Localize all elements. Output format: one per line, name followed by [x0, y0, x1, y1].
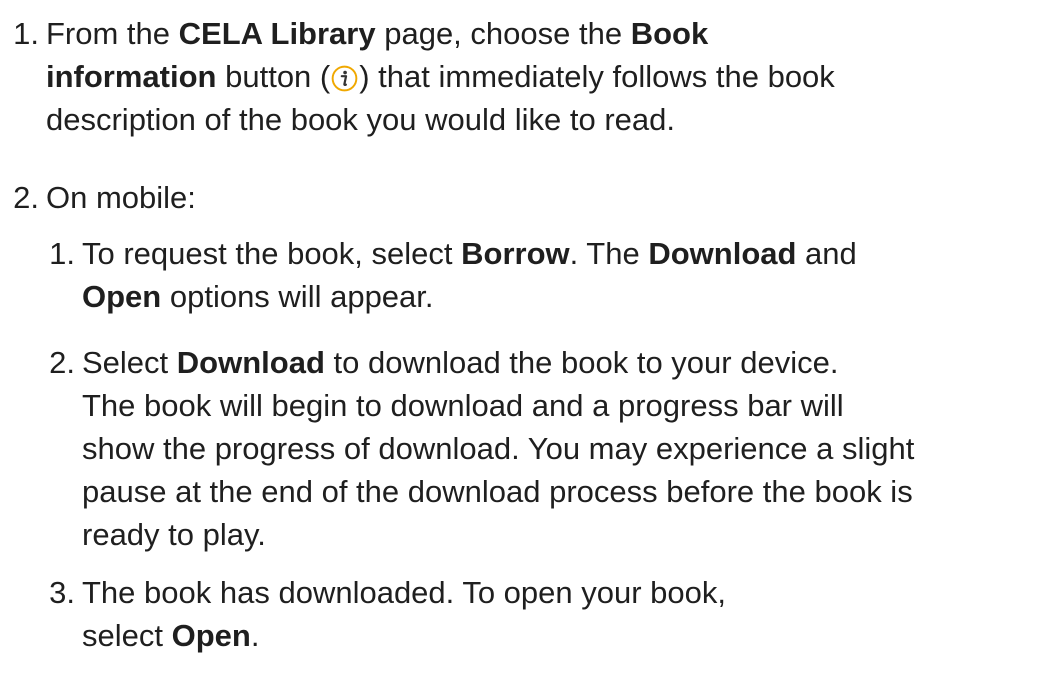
- step-number: 1.: [13, 16, 39, 51]
- step-line: description of the book you would like t…: [46, 102, 675, 137]
- info-icon: [331, 65, 358, 92]
- step-line: ready to play.: [82, 517, 266, 552]
- substep-2-3: 3. The book has downloaded. To open your…: [49, 571, 727, 657]
- step-line: The book will begin to download and a pr…: [82, 388, 844, 423]
- step-number: 2.: [13, 180, 39, 215]
- substep-number: 3.: [49, 575, 75, 610]
- step-line: On mobile:: [46, 180, 196, 215]
- step-2: 2. On mobile:: [13, 176, 196, 219]
- step-line: Select Download to download the book to …: [82, 345, 839, 380]
- step-line: select Open.: [82, 618, 260, 653]
- step-1: 1. From the CELA Library page, choose th…: [13, 12, 835, 141]
- step-line: Open options will appear.: [82, 279, 434, 314]
- step-line: show the progress of download. You may e…: [82, 431, 915, 466]
- substep-number: 1.: [49, 236, 75, 271]
- substep-2-2: 2. Select Download to download the book …: [49, 341, 915, 556]
- substep-number: 2.: [49, 345, 75, 380]
- step-line: information button () that immediately f…: [46, 59, 835, 94]
- cela-library-text: CELA Library: [178, 16, 376, 51]
- substep-2-1: 1. To request the book, select Borrow. T…: [49, 232, 857, 318]
- step-line: From the CELA Library page, choose the B…: [46, 16, 709, 51]
- step-line: The book has downloaded. To open your bo…: [82, 575, 727, 610]
- step-line: To request the book, select Borrow. The …: [82, 236, 857, 271]
- step-line: pause at the end of the download process…: [82, 474, 913, 509]
